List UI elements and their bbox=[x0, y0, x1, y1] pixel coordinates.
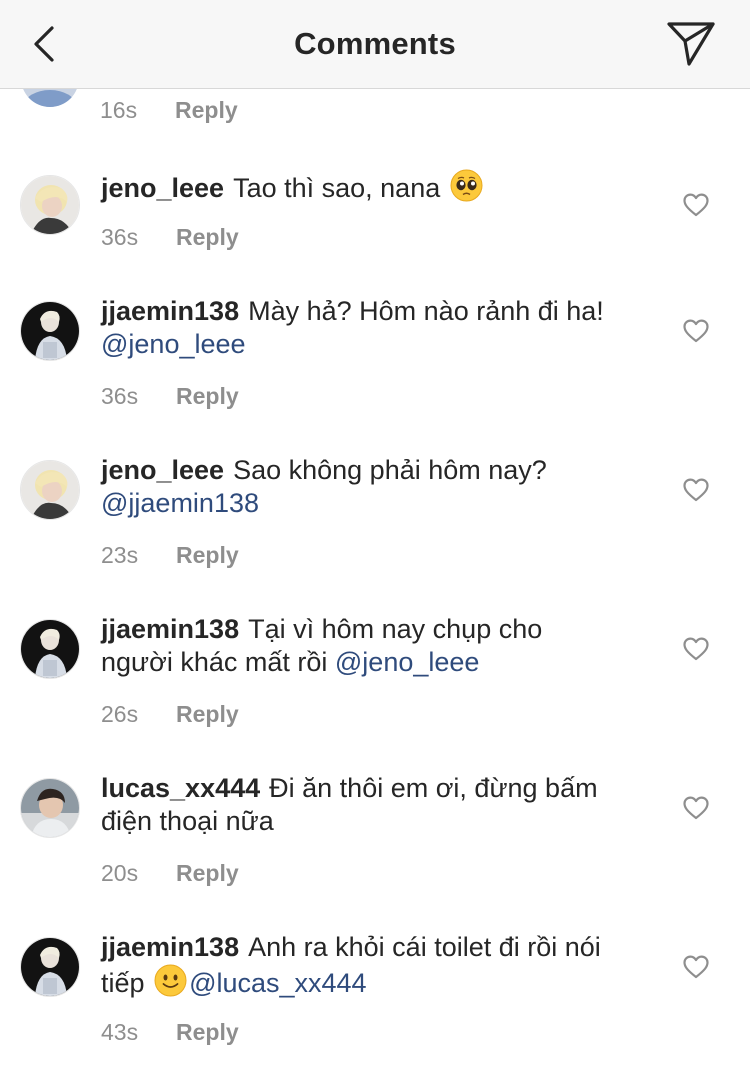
heart-icon[interactable] bbox=[683, 796, 709, 820]
comment-username[interactable]: jjaemin138 bbox=[101, 614, 239, 644]
page-title: Comments bbox=[294, 26, 456, 61]
comment-meta: 20s Reply bbox=[101, 860, 239, 887]
comment-text: người khác mất rồi bbox=[101, 647, 328, 677]
reply-button[interactable]: Reply bbox=[176, 1019, 239, 1046]
comment-body: lucas_xx444 Đi ăn thôi em ơi, đừng bấm đi… bbox=[101, 772, 661, 838]
comment-body: jjaemin138 Tại vì hôm nay chụp cho người … bbox=[101, 613, 661, 679]
slightly-smiling-face-emoji bbox=[154, 964, 187, 997]
comment-body: jeno_leee Sao không phải hôm nay? @jjaemi… bbox=[101, 454, 661, 520]
mention-link[interactable]: @jjaemin138 bbox=[101, 488, 259, 518]
pleading-face-emoji bbox=[450, 169, 483, 202]
comment-username[interactable]: jjaemin138 bbox=[101, 296, 239, 326]
comment-meta: 16s Reply bbox=[100, 97, 238, 124]
avatar[interactable] bbox=[20, 175, 80, 235]
heart-icon[interactable] bbox=[683, 478, 709, 502]
mention-link[interactable]: @jeno_leee bbox=[335, 647, 480, 677]
comment-text: điện thoại nữa bbox=[101, 806, 274, 836]
comment-text: Sao không phải hôm nay? bbox=[233, 455, 547, 485]
comment-body: jeno_leee Tao thì sao, nana bbox=[101, 169, 661, 205]
comment-time: 23s bbox=[101, 542, 139, 568]
comment-username[interactable]: jeno_leee bbox=[101, 173, 224, 203]
comment-meta: 23s Reply bbox=[101, 542, 239, 569]
comment-meta: 26s Reply bbox=[101, 701, 239, 728]
heart-icon[interactable] bbox=[683, 319, 709, 343]
reply-button[interactable]: Reply bbox=[176, 224, 239, 251]
avatar[interactable] bbox=[20, 778, 80, 838]
heart-icon[interactable] bbox=[683, 193, 709, 217]
mention-link[interactable]: @lucas_xx444 bbox=[189, 968, 367, 998]
reply-button[interactable]: Reply bbox=[175, 97, 238, 124]
comment-text: tiếp bbox=[101, 968, 145, 998]
reply-button[interactable]: Reply bbox=[176, 860, 239, 887]
comment-meta: 43s Reply bbox=[101, 1019, 239, 1046]
nav-header: Comments bbox=[0, 0, 750, 89]
comment-time: 20s bbox=[101, 860, 139, 886]
comments-screen: 16s Reply Comments jeno_leee Tao thì sao… bbox=[0, 0, 750, 1067]
comment-meta: 36s Reply bbox=[101, 224, 239, 251]
mention-link[interactable]: @jeno_leee bbox=[101, 329, 246, 359]
comment-text: Tại vì hôm nay chụp cho bbox=[248, 614, 543, 644]
comment-text: Tao thì sao, nana bbox=[233, 173, 441, 203]
comment-username[interactable]: jjaemin138 bbox=[101, 932, 239, 962]
comment-username[interactable]: jeno_leee bbox=[101, 455, 224, 485]
reply-button[interactable]: Reply bbox=[176, 701, 239, 728]
avatar[interactable] bbox=[20, 460, 80, 520]
comment-meta: 36s Reply bbox=[101, 383, 239, 410]
avatar[interactable] bbox=[20, 937, 80, 997]
partial-comment: 16s Reply bbox=[0, 49, 750, 149]
paper-plane-icon[interactable] bbox=[664, 18, 718, 70]
comment-body: jjaemin138 Mày hả? Hôm nào rảnh đi ha! @j… bbox=[101, 295, 661, 361]
comment-body: jjaemin138 Anh ra khỏi cái toilet đi rồi … bbox=[101, 931, 661, 1000]
comment-text: Đi ăn thôi em ơi, đừng bấm bbox=[269, 773, 598, 803]
comment-text: Anh ra khỏi cái toilet đi rồi nói bbox=[248, 932, 601, 962]
comment-time: 43s bbox=[101, 1019, 139, 1045]
comment-text: Mày hả? Hôm nào rảnh đi ha! bbox=[248, 296, 604, 326]
reply-button[interactable]: Reply bbox=[176, 542, 239, 569]
comment-username[interactable]: lucas_xx444 bbox=[101, 773, 260, 803]
avatar[interactable] bbox=[20, 619, 80, 679]
heart-icon[interactable] bbox=[683, 637, 709, 661]
reply-button[interactable]: Reply bbox=[176, 383, 239, 410]
comment-time: 16s bbox=[100, 97, 138, 123]
comment-time: 26s bbox=[101, 701, 139, 727]
heart-icon[interactable] bbox=[683, 955, 709, 979]
comment-time: 36s bbox=[101, 383, 139, 409]
avatar[interactable] bbox=[20, 301, 80, 361]
comment-time: 36s bbox=[101, 224, 139, 250]
